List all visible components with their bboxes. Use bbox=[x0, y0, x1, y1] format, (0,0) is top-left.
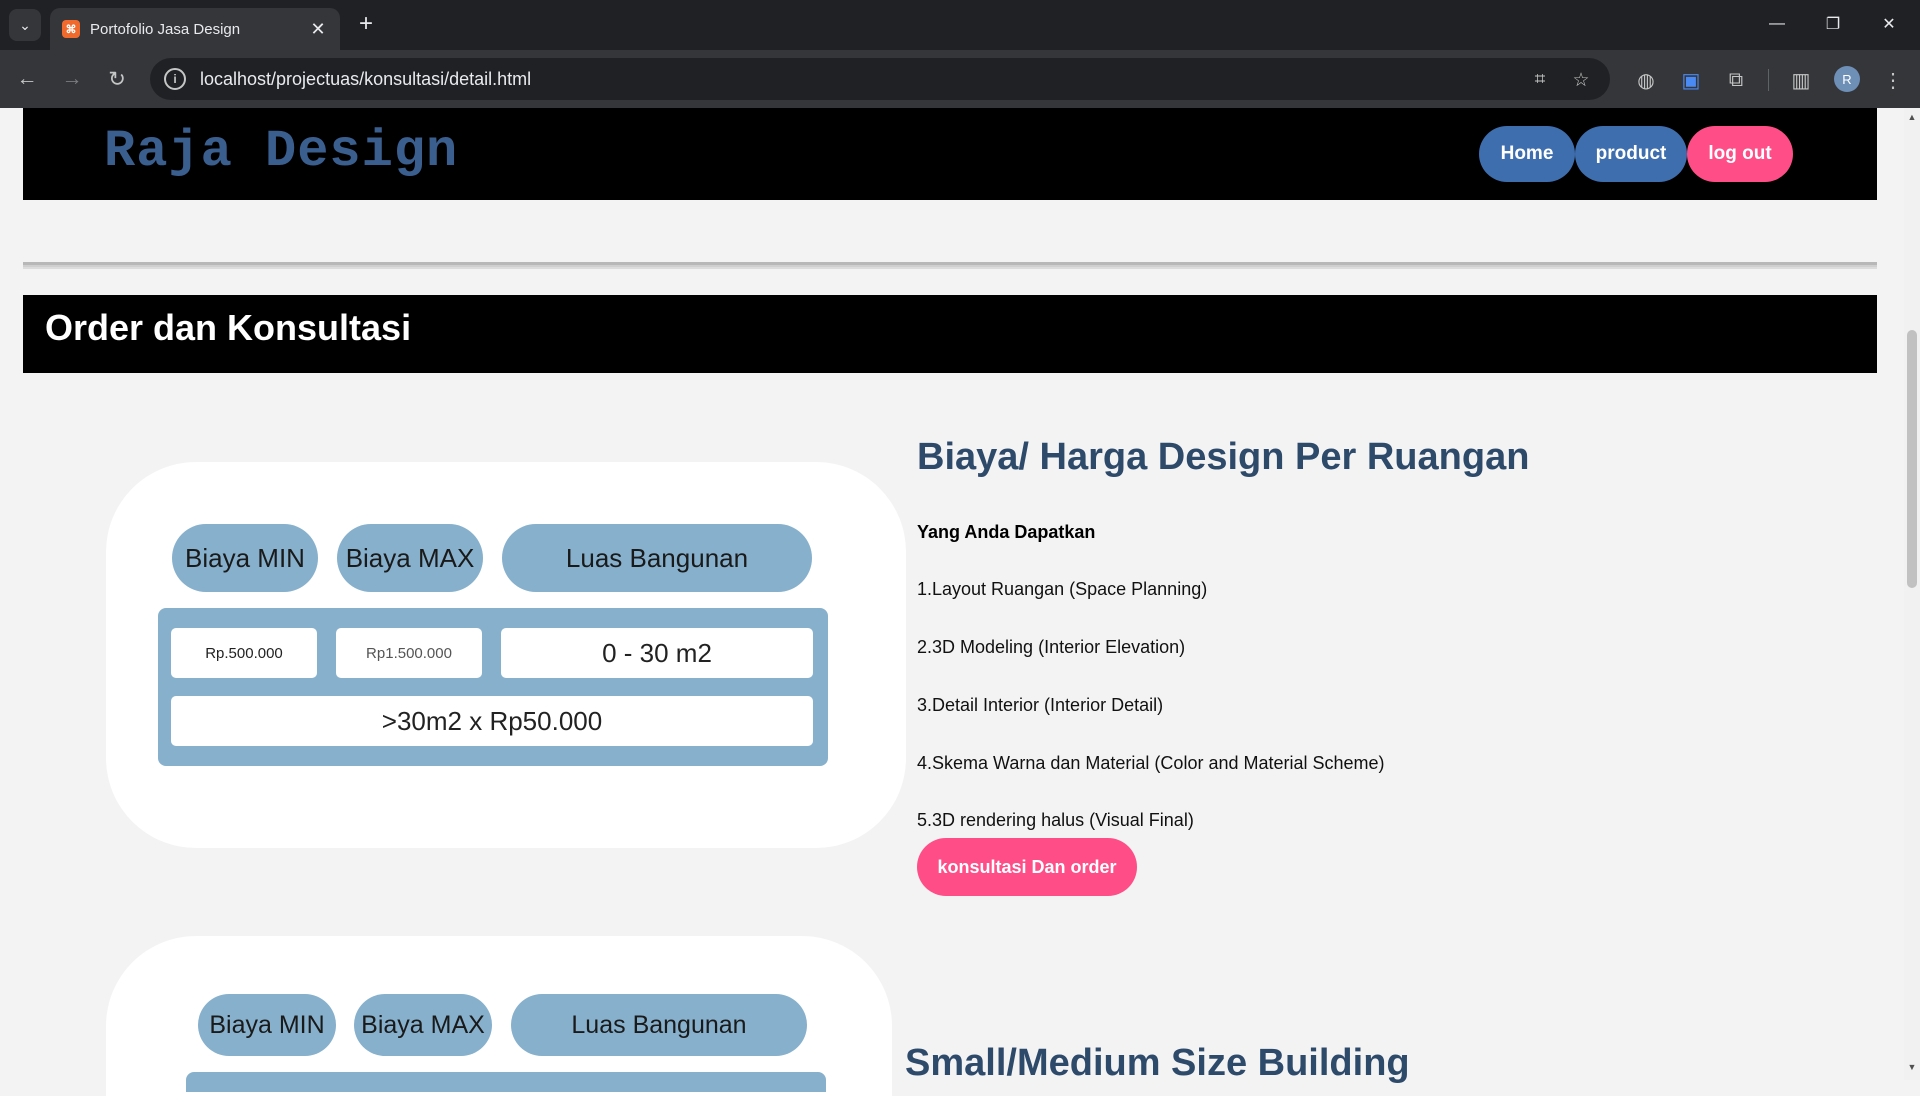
browser-toolbar: ← → ↻ i localhost/projectuas/konsultasi/… bbox=[0, 50, 1920, 108]
min-price-value: Rp.500.000 bbox=[171, 628, 317, 678]
min-cost-label-2: Biaya MIN bbox=[198, 994, 336, 1056]
detail-item: 3.Detail Interior (Interior Detail) bbox=[917, 695, 1164, 715]
browser-menu-icon[interactable]: ⋮ bbox=[1878, 65, 1908, 95]
area-range-value: 0 - 30 m2 bbox=[501, 628, 813, 678]
scroll-up-arrow-icon[interactable]: ▲ bbox=[1904, 112, 1920, 126]
new-tab-plus-icon[interactable]: + bbox=[352, 10, 380, 38]
close-window-icon[interactable]: ✕ bbox=[1866, 6, 1912, 42]
max-cost-label: Biaya MAX bbox=[337, 524, 483, 592]
tab-title: Portofolio Jasa Design bbox=[90, 20, 241, 38]
price-card: Biaya MIN Biaya MAX Luas Bangunan Rp.500… bbox=[106, 462, 906, 848]
bookmark-star-icon[interactable]: ☆ bbox=[1568, 67, 1594, 93]
google-translate-extension-icon[interactable]: ▣ bbox=[1676, 65, 1706, 95]
max-price-value: Rp1.500.000 bbox=[336, 628, 482, 678]
favicon-icon: ⌘ bbox=[62, 20, 80, 38]
globe-extension-icon[interactable]: ◍ bbox=[1631, 65, 1661, 95]
url-text[interactable]: localhost/projectuas/konsultasi/detail.h… bbox=[200, 69, 531, 90]
translate-icon[interactable]: ⌗ bbox=[1527, 67, 1553, 93]
detail-heading: Biaya/ Harga Design Per Ruangan bbox=[917, 436, 1530, 478]
site-logo: Raja Design bbox=[104, 122, 459, 181]
detail-item: 1.Layout Ruangan (Space Planning) bbox=[917, 579, 1208, 599]
tab-search-chevron-icon[interactable]: ⌄ bbox=[9, 9, 41, 41]
reload-icon[interactable]: ↻ bbox=[99, 61, 135, 97]
site-header: Raja Design Home product log out bbox=[23, 108, 1877, 200]
max-cost-label-2: Biaya MAX bbox=[354, 994, 492, 1056]
address-bar[interactable]: i localhost/projectuas/konsultasi/detail… bbox=[150, 58, 1610, 100]
side-panel-icon[interactable]: ▥ bbox=[1786, 65, 1816, 95]
extensions-puzzle-icon[interactable]: ⧉ bbox=[1721, 65, 1751, 95]
detail-item: 2.3D Modeling (Interior Elevation) bbox=[917, 637, 1186, 657]
detail-item: 4.Skema Warna dan Material (Color and Ma… bbox=[917, 753, 1385, 773]
next-section-heading: Small/Medium Size Building bbox=[905, 1042, 1410, 1084]
scrollbar-thumb[interactable] bbox=[1907, 330, 1917, 588]
profile-avatar[interactable]: R bbox=[1834, 66, 1860, 92]
back-arrow-icon[interactable]: ← bbox=[9, 61, 45, 97]
site-info-icon[interactable]: i bbox=[164, 68, 186, 90]
forward-arrow-icon[interactable]: → bbox=[54, 61, 90, 97]
section-title: Order dan Konsultasi bbox=[45, 307, 412, 348]
consult-order-button[interactable]: konsultasi Dan order bbox=[917, 838, 1137, 896]
price-table-2 bbox=[186, 1072, 826, 1092]
toolbar-separator bbox=[1768, 69, 1769, 91]
section-header: Order dan Konsultasi bbox=[23, 295, 1877, 373]
nav-product-button[interactable]: product bbox=[1575, 126, 1687, 182]
minimize-window-icon[interactable]: — bbox=[1754, 6, 1800, 42]
scroll-down-arrow-icon[interactable]: ▼ bbox=[1904, 1062, 1920, 1076]
main-nav: Home product log out bbox=[1479, 126, 1793, 182]
price-table: Rp.500.000 Rp1.500.000 0 - 30 m2 >30m2 x… bbox=[158, 608, 828, 766]
nav-home-button[interactable]: Home bbox=[1479, 126, 1575, 182]
building-area-label: Luas Bangunan bbox=[502, 524, 812, 592]
nav-logout-button[interactable]: log out bbox=[1687, 126, 1793, 182]
browser-tab-active[interactable]: ⌘ Portofolio Jasa Design ✕ bbox=[50, 8, 340, 50]
min-cost-label: Biaya MIN bbox=[172, 524, 318, 592]
browser-tab-bar: ⌄ ⌘ Portofolio Jasa Design ✕ + — ❐ ✕ bbox=[0, 0, 1920, 50]
price-card-2: Biaya MIN Biaya MAX Luas Bangunan bbox=[106, 936, 892, 1096]
page-scrollbar[interactable]: ▲ ▼ bbox=[1904, 108, 1920, 1080]
divider bbox=[23, 262, 1877, 269]
detail-subheading: Yang Anda Dapatkan bbox=[917, 522, 1096, 542]
extra-area-price: >30m2 x Rp50.000 bbox=[171, 696, 813, 746]
close-tab-icon[interactable]: ✕ bbox=[308, 19, 328, 40]
building-area-label-2: Luas Bangunan bbox=[511, 994, 807, 1056]
restore-window-icon[interactable]: ❐ bbox=[1810, 6, 1856, 42]
detail-item: 5.3D rendering halus (Visual Final) bbox=[917, 810, 1194, 830]
